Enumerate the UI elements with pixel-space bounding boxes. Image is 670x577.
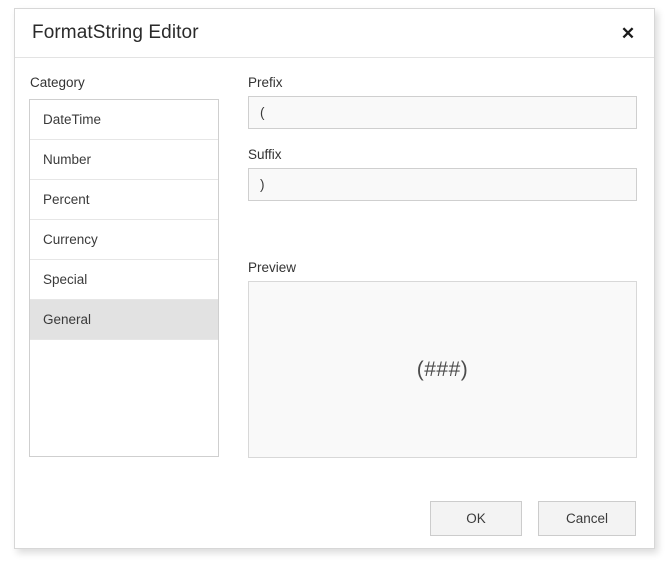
category-item-currency[interactable]: Currency (30, 220, 218, 260)
app-window: FormatString Editor ✕ Category DateTime … (0, 0, 670, 577)
suffix-input[interactable] (248, 168, 637, 201)
preview-text: (###) (416, 357, 469, 381)
ok-button[interactable]: OK (430, 501, 522, 536)
category-item-datetime[interactable]: DateTime (30, 100, 218, 140)
formatstring-editor-dialog: FormatString Editor ✕ Category DateTime … (14, 8, 655, 549)
preview-box: (###) (248, 281, 637, 458)
dialog-body: Category DateTime Number Percent Currenc… (15, 58, 654, 549)
category-item-special[interactable]: Special (30, 260, 218, 300)
category-list-empty-area (30, 340, 218, 456)
close-button[interactable]: ✕ (608, 14, 648, 52)
category-label: Category (30, 75, 85, 90)
category-listbox[interactable]: DateTime Number Percent Currency Special… (29, 99, 219, 457)
category-item-general[interactable]: General (30, 300, 218, 340)
preview-label: Preview (248, 260, 297, 275)
suffix-label: Suffix (248, 147, 282, 162)
cancel-button[interactable]: Cancel (538, 501, 636, 536)
dialog-title: FormatString Editor (32, 22, 199, 43)
prefix-input[interactable] (248, 96, 637, 129)
dialog-footer: OK Cancel (15, 501, 654, 549)
prefix-label: Prefix (248, 75, 283, 90)
dialog-titlebar: FormatString Editor ✕ (15, 9, 654, 58)
close-icon: ✕ (620, 23, 636, 43)
category-item-number[interactable]: Number (30, 140, 218, 180)
category-item-percent[interactable]: Percent (30, 180, 218, 220)
